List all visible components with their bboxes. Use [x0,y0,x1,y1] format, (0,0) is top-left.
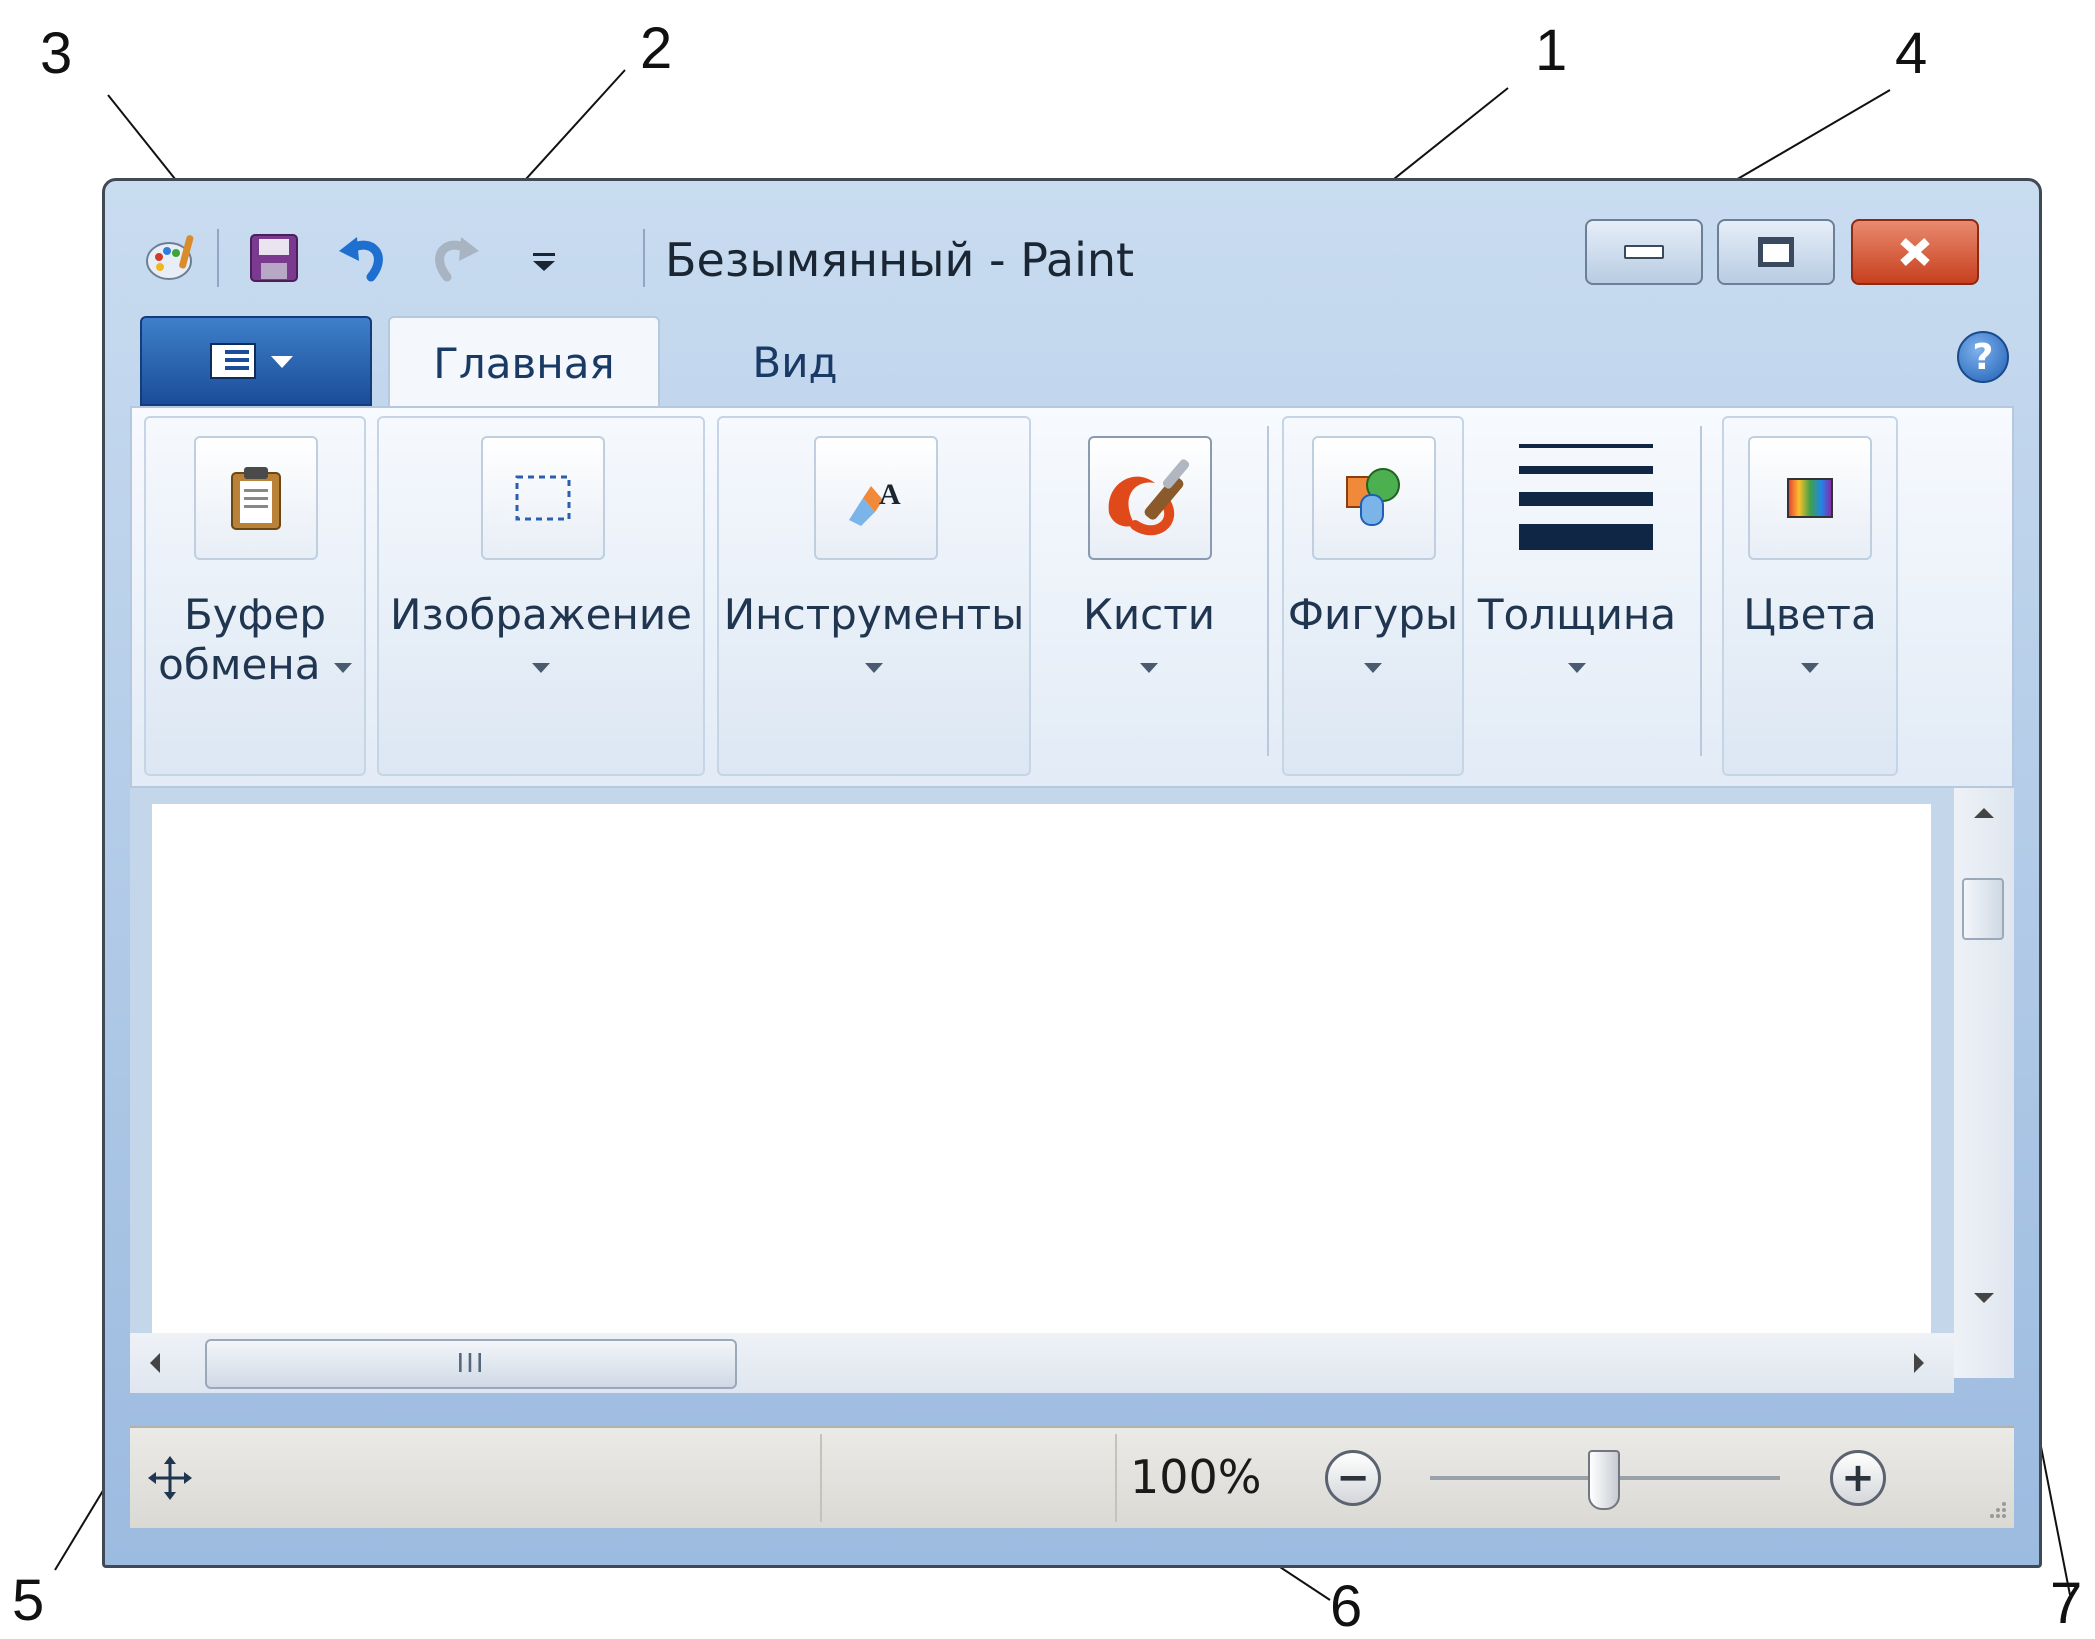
tools-icon[interactable]: A [814,436,938,560]
svg-text:A: A [879,478,901,511]
line-thickness-icon[interactable] [1519,438,1653,558]
tab-view[interactable]: Вид [695,316,895,408]
clipboard-icon[interactable] [194,436,318,560]
ribbon-panel: Буфер обмена Изображение A Инструменты К… [130,406,2014,788]
horizontal-scrollbar[interactable]: III [130,1333,1954,1393]
close-icon [1900,238,1930,266]
vertical-scroll-thumb[interactable] [1962,878,2004,940]
callout-label: 5 [12,1568,45,1633]
minimize-button[interactable] [1585,219,1703,285]
scroll-right-arrow-icon[interactable] [1914,1353,1924,1373]
zoom-level: 100% [1130,1450,1262,1504]
chevron-down-icon [1140,662,1158,673]
save-icon[interactable] [245,229,303,287]
zoom-out-button[interactable]: − [1325,1450,1381,1506]
group-colors[interactable]: Цвета [1722,416,1898,776]
help-icon[interactable]: ? [1957,331,2009,383]
window-title: Безымянный - Paint [665,233,1135,287]
chevron-down-icon [1364,662,1382,673]
group-clipboard[interactable]: Буфер обмена [144,416,366,776]
application-menu-button[interactable] [140,316,372,406]
undo-icon[interactable] [335,229,393,287]
brush-icon[interactable] [1088,436,1212,560]
move-cursor-icon [148,1456,192,1500]
group-shapes[interactable]: Фигуры [1282,416,1464,776]
vertical-scrollbar[interactable] [1954,788,2014,1378]
callout-label: 6 [1330,1574,1363,1639]
scroll-up-arrow-icon[interactable] [1974,808,1994,818]
callout-label: 1 [1535,18,1568,83]
maximize-icon [1758,237,1794,267]
zoom-slider-thumb[interactable] [1588,1450,1620,1510]
callout-label: 7 [2050,1571,2083,1636]
resize-grip-icon[interactable] [1984,1496,2008,1520]
select-rectangle-icon[interactable] [481,436,605,560]
application-menu-icon [210,343,293,379]
group-tools[interactable]: A Инструменты [717,416,1031,776]
group-label: обмена [158,640,321,689]
maximize-button[interactable] [1717,219,1835,285]
chevron-down-icon [1568,662,1586,673]
group-label: Фигуры [1287,590,1459,639]
group-label: Инструменты [723,590,1025,639]
chevron-down-icon [532,662,550,673]
scroll-down-arrow-icon[interactable] [1974,1293,1994,1303]
title-bar[interactable]: Безымянный - Paint [105,181,2039,306]
callout-label: 3 [40,21,73,86]
paint-palette-icon[interactable] [143,229,201,287]
minimize-icon [1624,245,1664,259]
colors-icon[interactable] [1748,436,1872,560]
group-brushes[interactable]: Кисти [1044,416,1254,776]
chevron-down-icon [865,662,883,673]
callout-label: 4 [1895,21,1928,86]
group-label: Изображение [389,590,693,639]
close-button[interactable] [1851,219,1979,285]
group-label: Кисти [1083,590,1215,639]
chevron-down-icon [333,662,352,673]
redo-icon[interactable] [425,229,483,287]
chevron-down-icon [1801,662,1819,673]
callout-label: 2 [640,16,673,81]
group-image[interactable]: Изображение [377,416,705,776]
group-thickness[interactable]: Толщина [1472,416,1682,776]
group-label: Толщина [1477,590,1677,639]
drawing-canvas[interactable] [152,804,1931,1337]
group-label: Цвета [1743,590,1877,639]
scroll-left-arrow-icon[interactable] [150,1353,160,1373]
group-label: Буфер [183,590,327,639]
shapes-icon[interactable] [1312,436,1436,560]
canvas-area: III [130,788,2014,1393]
status-bar: 100% − + [130,1426,2014,1528]
zoom-in-button[interactable]: + [1830,1450,1886,1506]
customize-qat-icon[interactable] [515,229,573,287]
horizontal-scroll-thumb[interactable]: III [205,1339,737,1389]
tab-home[interactable]: Главная [388,316,660,408]
paint-window: Безымянный - Paint Главная Вид ? Буфер о… [102,178,2042,1568]
